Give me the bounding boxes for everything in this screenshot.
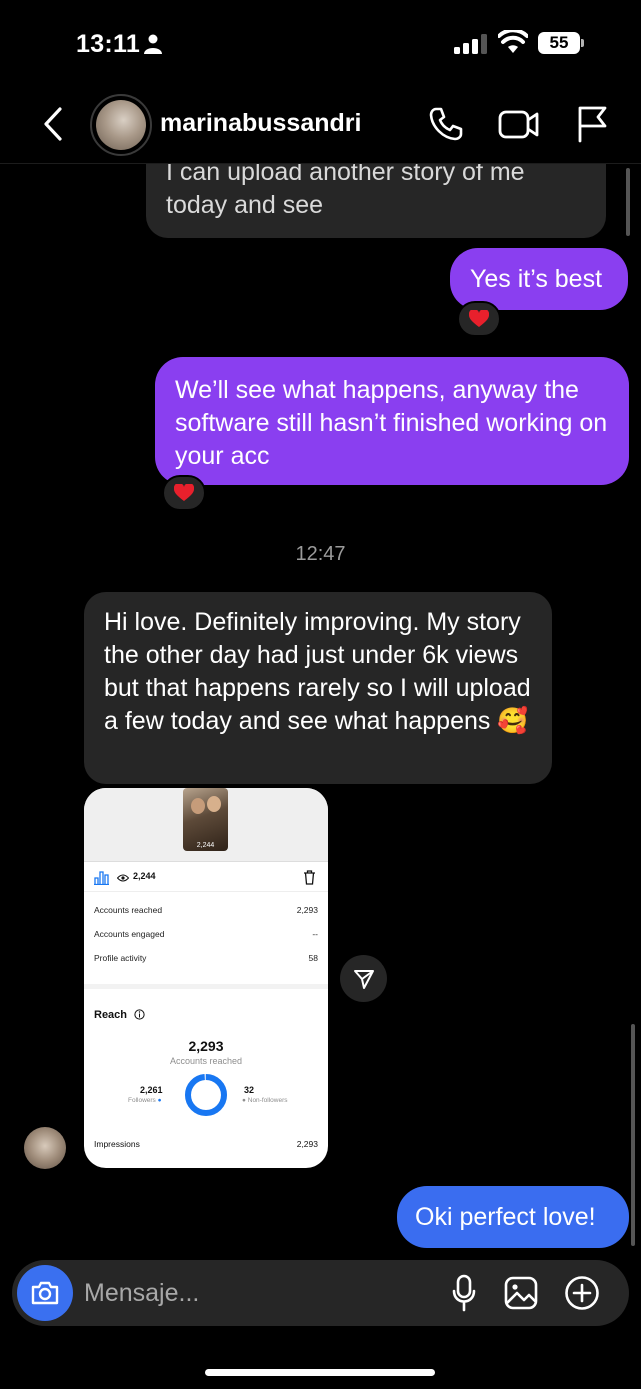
contact-name[interactable]: marinabussandri <box>160 109 361 138</box>
donut-followers-arc <box>185 1074 227 1116</box>
scrollbar-top[interactable] <box>626 168 630 236</box>
stat-label: Impressions <box>94 1139 140 1149</box>
reaction-badge[interactable] <box>457 301 501 337</box>
send-icon <box>353 969 374 989</box>
nonfollowers-label: Non-followers <box>247 1097 288 1104</box>
stat-value: 58 <box>308 953 318 963</box>
microphone-icon[interactable] <box>452 1274 476 1312</box>
message-timestamp: 12:47 <box>295 543 346 565</box>
flag-icon[interactable] <box>576 105 608 143</box>
stat-value: 2,293 <box>296 905 318 915</box>
thumb-face <box>207 796 221 812</box>
signal-icon <box>454 34 487 54</box>
battery-tip <box>581 39 584 47</box>
thumb-face <box>191 798 205 814</box>
scrollbar-bottom[interactable] <box>631 1024 635 1246</box>
message-input[interactable] <box>84 1274 424 1312</box>
wifi-icon <box>498 30 528 53</box>
battery-indicator: 55 <box>538 32 584 54</box>
add-circle-icon[interactable] <box>564 1275 600 1311</box>
followers-dot: ● <box>157 1097 162 1104</box>
stat-row-profile-activity: Profile activity 58 <box>94 953 318 963</box>
reach-title: Reach <box>94 1009 128 1021</box>
status-time: 13:11 <box>76 30 141 58</box>
story-views: 2,244 <box>133 871 156 881</box>
message-incoming[interactable]: Hi love. Definitely improving. My story … <box>84 592 552 784</box>
reaction-badge[interactable] <box>162 475 206 511</box>
nonfollowers-dot: ● <box>242 1097 246 1104</box>
home-indicator[interactable] <box>205 1369 435 1376</box>
thumb-view-count: 2,244 <box>196 842 215 849</box>
sender-avatar[interactable] <box>24 1127 66 1169</box>
reach-label: Accounts reached <box>169 1056 243 1066</box>
stat-value: -- <box>312 929 318 939</box>
phone-icon[interactable] <box>428 106 464 142</box>
stat-row-accounts-engaged: Accounts engaged -- <box>94 929 318 939</box>
nonfollowers-value: 32 <box>244 1085 255 1095</box>
followers-value: 2,261 <box>140 1085 163 1095</box>
followers-legend: Followers ● <box>128 1097 162 1104</box>
stat-row-accounts-reached: Accounts reached 2,293 <box>94 905 318 915</box>
trash-icon <box>304 870 315 885</box>
battery-level: 55 <box>538 32 580 54</box>
shared-insights-screenshot[interactable]: 2,244 2,244 Accounts reached 2,293 Accou… <box>84 788 328 1168</box>
avatar[interactable] <box>96 100 146 150</box>
video-call-icon[interactable] <box>498 106 540 142</box>
back-arrow-icon[interactable] <box>40 106 66 142</box>
message-outgoing[interactable]: We’ll see what happens, anyway the softw… <box>155 357 629 485</box>
stat-label: Accounts engaged <box>94 929 165 939</box>
heart-icon <box>174 484 194 501</box>
insights-bars-icon <box>94 871 109 885</box>
stats-toolbar: 2,244 <box>84 864 328 892</box>
camera-button[interactable] <box>17 1265 73 1321</box>
screenshot-top-area: 2,244 <box>84 788 328 862</box>
card-divider <box>84 984 328 989</box>
person-icon <box>144 34 162 54</box>
nonfollowers-legend: ● Non-followers <box>242 1097 288 1104</box>
stat-label: Profile activity <box>94 953 147 963</box>
reach-donut-chart <box>185 1074 227 1116</box>
followers-label: Followers <box>128 1097 156 1104</box>
story-thumbnail: 2,244 <box>183 788 228 851</box>
message-composer <box>12 1260 629 1326</box>
stat-label: Accounts reached <box>94 905 163 915</box>
gallery-icon[interactable] <box>504 1276 538 1310</box>
eye-icon <box>117 874 129 882</box>
share-button[interactable] <box>340 955 387 1002</box>
status-bar: 13:11 55 <box>0 0 641 88</box>
camera-icon <box>31 1281 59 1305</box>
reach-number: 2,293 <box>188 1038 224 1054</box>
heart-icon <box>469 310 489 327</box>
stat-row-impressions: Impressions 2,293 <box>94 1139 318 1149</box>
info-icon <box>134 1009 145 1020</box>
chat-header: marinabussandri <box>0 88 641 164</box>
message-outgoing[interactable]: Oki perfect love! <box>397 1186 629 1248</box>
stat-value: 2,293 <box>296 1139 318 1149</box>
